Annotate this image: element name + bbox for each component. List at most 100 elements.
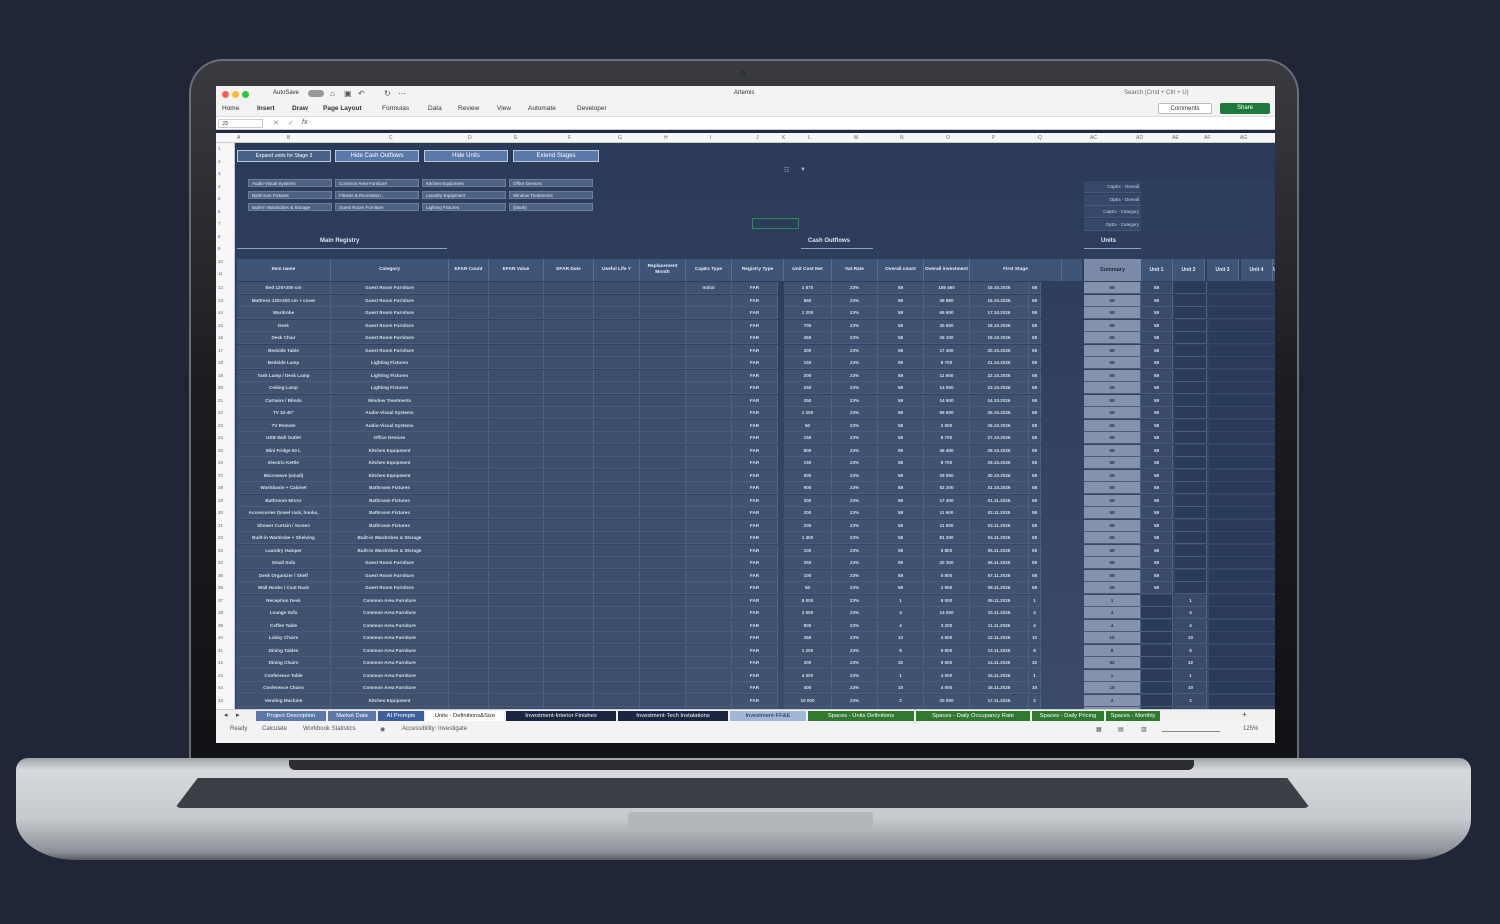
empty-cell[interactable] [640,394,686,407]
cell[interactable]: 69 600 [924,407,970,419]
column-header[interactable]: L [808,135,811,141]
cell[interactable]: 23% [832,657,878,669]
cancel-icon[interactable]: ✕ [273,119,279,127]
page-layout-icon[interactable]: ▤ [1118,726,1124,733]
empty-cell[interactable] [449,444,489,457]
column-header[interactable]: AC [1090,135,1097,141]
cell[interactable] [1175,407,1207,419]
row-number[interactable]: 7 [218,221,221,226]
cell[interactable]: 1 200 [784,307,832,319]
slicer-item[interactable]: Fitness & Recreation... [335,191,419,199]
cell[interactable] [686,619,732,632]
column-header[interactable]: F [568,135,571,141]
empty-cell[interactable] [640,669,686,682]
empty-cell[interactable] [1209,294,1275,307]
cell[interactable]: TV Remote [237,419,331,432]
empty-cell[interactable] [640,619,686,632]
cell[interactable]: 58 [1084,582,1141,594]
cell[interactable]: 58 [1029,507,1041,519]
cell[interactable] [686,594,732,607]
row-number[interactable]: 17 [218,348,223,353]
cell[interactable]: Audio-Visual Systems [331,407,449,419]
empty-cell[interactable] [594,382,640,394]
cell[interactable]: FAR [732,369,778,382]
cell[interactable]: 3 500 [784,607,832,619]
empty-cell[interactable] [449,294,489,307]
cell[interactable]: 5 800 [924,544,970,557]
cell[interactable]: 400 [784,682,832,694]
row-number[interactable]: 44 [218,685,223,690]
cell[interactable] [1175,482,1207,494]
cell[interactable]: 58 [878,419,924,432]
empty-cell[interactable] [640,632,686,644]
empty-cell[interactable] [489,332,544,344]
more-icon[interactable]: ⋯ [398,89,406,98]
cell[interactable]: 23% [832,294,878,307]
cell[interactable]: 500 [784,469,832,482]
empty-cell[interactable] [594,582,640,594]
cell[interactable]: 40 600 [924,319,970,332]
empty-cell[interactable] [594,532,640,544]
multiselect-icon[interactable]: ☷ [784,167,789,174]
empty-cell[interactable] [640,294,686,307]
cell[interactable]: 58 [1029,382,1041,394]
cell[interactable]: 32 [1029,657,1041,669]
cell[interactable]: 58 [878,307,924,319]
redo-icon[interactable]: ↻ [384,89,391,98]
cell[interactable]: 58 [1141,319,1173,332]
cell[interactable]: 23% [832,457,878,469]
cell[interactable] [1175,544,1207,557]
cell[interactable]: 1 870 [784,282,832,294]
cell[interactable] [1141,632,1173,644]
empty-cell[interactable] [594,669,640,682]
cell[interactable]: FAR [732,607,778,619]
cell[interactable]: FAR [732,444,778,457]
empty-cell[interactable] [449,632,489,644]
cell[interactable] [686,557,732,569]
empty-cell[interactable] [640,344,686,357]
cell[interactable]: 8 000 [924,594,970,607]
slicer-item[interactable]: Laundry Equipment [422,191,506,199]
cell[interactable]: 26.10.2026 [970,419,1029,432]
cell[interactable]: Bedside Table [237,344,331,357]
cell[interactable]: 108 460 [924,282,970,294]
empty-cell[interactable] [449,282,489,294]
row-number[interactable]: 25 [218,448,223,453]
empty-cell[interactable] [640,607,686,619]
cell[interactable]: 2 [878,694,924,707]
cell[interactable] [686,669,732,682]
cell[interactable]: FAR [732,669,778,682]
cell[interactable]: 58 [878,532,924,544]
cell[interactable]: 10 [878,632,924,644]
cell[interactable]: 23% [832,557,878,569]
empty-cell[interactable] [544,307,594,319]
cell[interactable]: FAR [732,582,778,594]
cell[interactable]: FAR [732,532,778,544]
cell[interactable]: Common Area Furniture [331,607,449,619]
tab-developer[interactable]: Developer [577,105,607,112]
slicer-item[interactable]: Office Devices [509,179,593,187]
cell[interactable]: 23% [832,419,878,432]
cell[interactable] [1175,282,1207,294]
empty-cell[interactable] [640,282,686,294]
cell[interactable]: FAR [732,319,778,332]
empty-cell[interactable] [449,357,489,369]
cell[interactable]: 58 [1029,469,1041,482]
cell[interactable]: 12.11.2026 [970,632,1029,644]
column-header[interactable]: P [992,135,995,141]
cell[interactable]: 450 [784,632,832,644]
cell[interactable]: 58 [1141,582,1173,594]
cell[interactable]: 23% [832,369,878,382]
empty-cell[interactable] [640,507,686,519]
cell[interactable]: 58 [1141,494,1173,507]
undo-icon[interactable]: ↶ [358,89,365,98]
cell[interactable]: 02.11.2026 [970,507,1029,519]
cell[interactable]: 58 [1084,407,1141,419]
cell[interactable]: 58 [1029,569,1041,582]
cell[interactable]: 17.11.2026 [970,694,1029,707]
cell[interactable] [686,394,732,407]
cell[interactable]: 26 100 [924,332,970,344]
cell[interactable]: 2 [1175,694,1207,707]
cell[interactable]: 58 [878,444,924,457]
cell[interactable]: FAR [732,469,778,482]
